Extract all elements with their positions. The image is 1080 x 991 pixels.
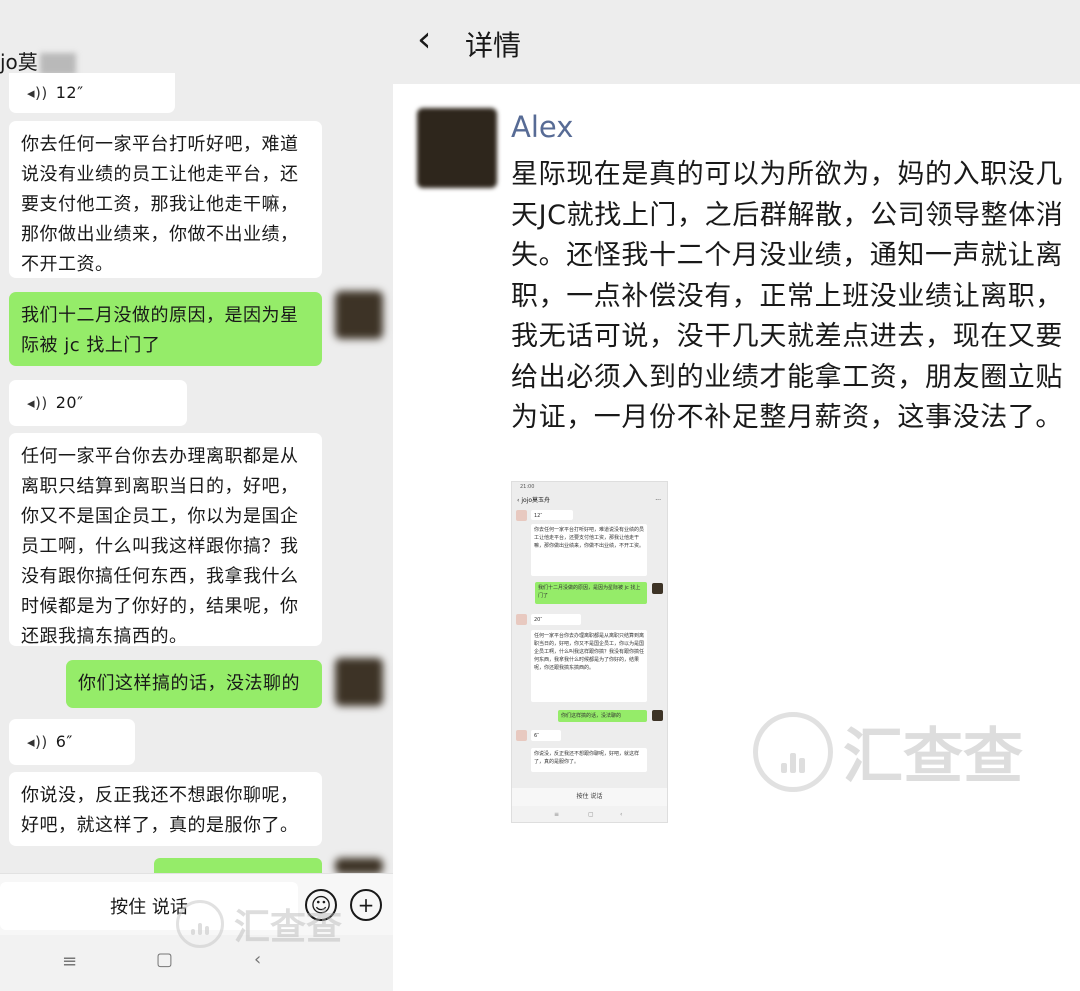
message-incoming[interactable]: 任何一家平台你去办理离职都是从离职只结算到离职当日的，好吧，你又不是国企员工，你… (9, 433, 322, 647)
shot-voice: 6″ (531, 730, 561, 741)
shot-voice: 12″ (531, 510, 573, 520)
message-incoming[interactable]: 你去任何一家平台打听好吧，难道说没有业绩的员工让他走平台，还要支付他工资，那我让… (9, 121, 322, 278)
shot-message-text: 你说没，反正我还不想跟你聊呢，好吧，就这样了，真的是服你了。 (534, 751, 640, 765)
my-avatar[interactable] (335, 658, 383, 706)
author-name[interactable]: Alex (511, 110, 573, 144)
shot-message-text: 我们十二月没做的原因，是因为星际被 jc 找上门了 (538, 585, 641, 599)
voice-icon: ◂)) (27, 84, 48, 102)
back-icon[interactable]: ‹ (254, 949, 261, 970)
my-avatar[interactable] (335, 291, 383, 339)
moment-detail-screen: ‹ 详情 Alex 星际现在是真的可以为所欲为，妈的入职没几天JC就找上门，之后… (393, 0, 1080, 991)
chat-screen: jo莫 ◂)) 12″ 你去任何一家平台打听好吧，难道说没有业绩的员工让他走平台… (0, 0, 393, 991)
shot-message: 任何一家平台你去办理离职都是从离职只结算到离职当日的，好吧，你又不是国企员工，你… (531, 630, 647, 702)
message-text: 我们十二月没做的原因，是因为星际被 jc 找上门了 (21, 305, 299, 356)
watermark-logo-icon (176, 900, 224, 948)
message-outgoing[interactable]: 你们这样搞的话，没法聊的 (66, 660, 322, 708)
shot-header: ‹ jojo莫玉舟 ··· (517, 497, 661, 504)
post-text: 星际现在是真的可以为所欲为，妈的入职没几天JC就找上门，之后群解散，公司领导整体… (511, 159, 1064, 433)
voice-icon: ◂)) (27, 733, 48, 751)
shot-voice: 20″ (531, 614, 581, 625)
watermark-text: 汇查查 (843, 722, 1023, 792)
my-avatar (335, 858, 383, 874)
shot-talk-label: 按住 说话 (576, 793, 603, 800)
shot-message: 你说没，反正我还不想跟你聊呢，好吧，就这样了，真的是服你了。 (531, 748, 647, 772)
shot-status-bar: 21:00 (512, 482, 667, 492)
shot-status-time: 21:00 (520, 484, 535, 490)
message-text: 任何一家平台你去办理离职都是从离职只结算到离职当日的，好吧，你又不是国企员工，你… (21, 446, 299, 647)
shot-message-text: 12″ (534, 513, 543, 519)
contact-name-text: jo莫 (0, 50, 38, 74)
redacted-name (39, 52, 76, 75)
shot-contact-name: jojo莫玉舟 (521, 497, 550, 504)
detail-header: ‹ 详情 (393, 0, 1080, 84)
home-icon[interactable]: ▢ (156, 949, 173, 970)
page-title: 详情 (465, 29, 522, 62)
author-avatar[interactable] (417, 108, 497, 188)
shot-message: 你们这样搞的话，没法聊的 (558, 710, 647, 722)
shot-message: 我们十二月没做的原因，是因为星际被 jc 找上门了 (535, 582, 647, 604)
shot-nav-bar: ≡ ▢ ‹ (512, 806, 667, 822)
shot-avatar (516, 614, 527, 625)
shot-input-bar: 按住 说话 (512, 788, 667, 806)
shot-avatar (652, 710, 663, 721)
plus-icon[interactable]: + (350, 889, 382, 921)
shot-message-text: 你们这样搞的话，没法聊的 (561, 713, 622, 719)
message-outgoing-partial (154, 858, 322, 874)
voice-message[interactable]: ◂)) 12″ (9, 73, 175, 113)
shot-avatar (516, 730, 527, 741)
post-image[interactable]: 21:00 ‹ jojo莫玉舟 ··· 12″ 你去任何一家平台打听好吧，难道说没… (511, 481, 668, 823)
shot-avatar (516, 510, 527, 521)
message-text: 你说没，反正我还不想跟你聊呢，好吧，就这样了，真的是服你了。 (21, 785, 299, 836)
voice-message[interactable]: ◂)) 6″ (9, 719, 135, 765)
voice-duration: 20″ (55, 393, 84, 412)
shot-avatar (652, 583, 663, 594)
chevron-left-icon[interactable]: ‹ (417, 18, 431, 62)
menu-icon[interactable]: ≡ (62, 951, 77, 972)
message-text: 你去任何一家平台打听好吧，难道说没有业绩的员工让他走平台，还要支付他工资，那我让… (21, 134, 299, 275)
voice-message[interactable]: ◂)) 20″ (9, 380, 187, 426)
message-incoming[interactable]: 你说没，反正我还不想跟你聊呢，好吧，就这样了，真的是服你了。 (9, 772, 322, 846)
contact-name: jo莫 (0, 46, 76, 75)
message-text: 你们这样搞的话，没法聊的 (78, 673, 300, 694)
watermark: 汇查查 (753, 708, 1023, 795)
shot-message-text: 你去任何一家平台打听好吧，难道说没有业绩的员工让他走平台，还要支付他工资，那我让… (534, 527, 645, 549)
watermark: 汇查查 (176, 898, 342, 950)
voice-icon: ◂)) (27, 394, 48, 412)
watermark-text: 汇查查 (234, 907, 343, 948)
voice-duration: 6″ (55, 732, 73, 751)
message-outgoing[interactable]: 我们十二月没做的原因，是因为星际被 jc 找上门了 (9, 292, 322, 366)
shot-message-text: 20″ (534, 617, 543, 623)
voice-duration: 12″ (55, 83, 84, 102)
shot-message: 你去任何一家平台打听好吧，难道说没有业绩的员工让他走平台，还要支付他工资，那我让… (531, 524, 647, 576)
shot-message-text: 6″ (534, 733, 540, 739)
shot-message-text: 任何一家平台你去办理离职都是从离职只结算到离职当日的，好吧，你又不是国企员工，你… (534, 633, 645, 671)
watermark-logo-icon (753, 711, 833, 792)
